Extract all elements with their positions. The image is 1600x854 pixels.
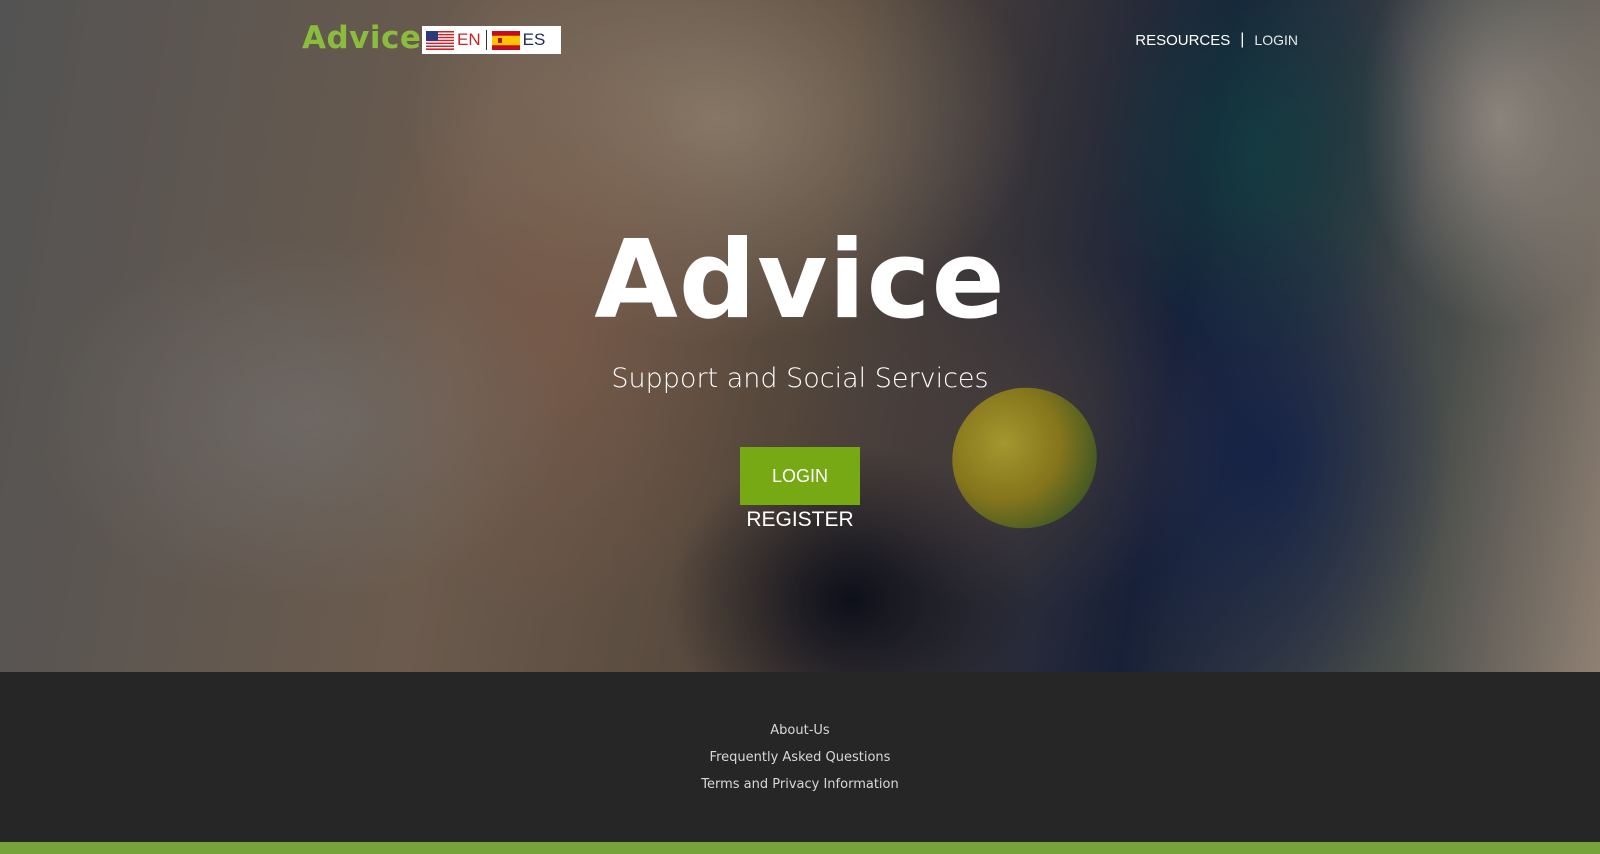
footer-link-terms-privacy[interactable]: Terms and Privacy Information: [0, 771, 1600, 798]
footer-link-faq[interactable]: Frequently Asked Questions: [0, 744, 1600, 771]
nav-separator: |: [1240, 31, 1245, 48]
login-button[interactable]: LOGIN: [740, 447, 860, 505]
language-divider: [485, 30, 487, 50]
hero-section: Advice EN ES RESOURCES | LOGIN Advice Su…: [0, 0, 1600, 672]
footer-accent-bar: [0, 842, 1600, 854]
nav-login-link[interactable]: LOGIN: [1254, 32, 1298, 48]
language-label-es: ES: [522, 30, 546, 49]
footer-links: About-Us Frequently Asked Questions Term…: [0, 717, 1600, 798]
language-option-es[interactable]: ES: [491, 30, 546, 50]
language-option-en[interactable]: EN: [426, 30, 481, 50]
footer-link-about-us[interactable]: About-Us: [0, 717, 1600, 744]
hero-title: Advice: [594, 218, 1006, 343]
language-label-en: EN: [457, 30, 481, 49]
site-logo[interactable]: Advice: [302, 20, 421, 56]
us-flag-icon: [426, 30, 454, 50]
language-switcher: EN ES: [422, 26, 561, 54]
spain-flag-icon: [491, 30, 520, 50]
register-link: REGISTER: [0, 508, 1600, 532]
site-footer: About-Us Frequently Asked Questions Term…: [0, 672, 1600, 842]
hero-subtitle: Support and Social Services: [611, 363, 989, 394]
top-navigation: RESOURCES | LOGIN: [1135, 31, 1298, 49]
register-link-label[interactable]: REGISTER: [746, 508, 853, 531]
nav-resources-link[interactable]: RESOURCES: [1135, 32, 1230, 49]
